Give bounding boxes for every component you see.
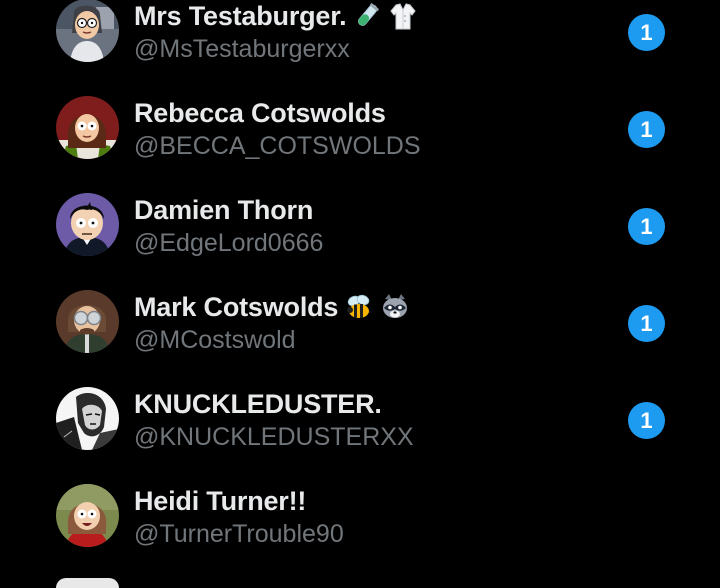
username-handle: @MCostswold [134, 326, 296, 354]
name-line: Heidi Turner!! [134, 484, 306, 518]
unread-badge: 1 [628, 402, 665, 439]
name-line: Damien Thorn [134, 193, 313, 227]
username-handle: @EdgeLord0666 [134, 229, 324, 257]
display-name: KNUCKLEDUSTER. [134, 388, 382, 419]
unread-badge: 1 [628, 208, 665, 245]
lab-coat-icon [388, 1, 418, 31]
conversation-list: Mrs Testaburger. @MsTestaburgerxx 1 Rebe… [0, 0, 720, 565]
unread-badge: 1 [628, 111, 665, 148]
avatar[interactable] [56, 484, 119, 547]
unread-badge: 1 [628, 305, 665, 342]
display-name: Mark Cotswolds [134, 291, 339, 322]
display-name: Damien Thorn [134, 194, 314, 225]
conversation-item[interactable]: Heidi Turner!! @TurnerTrouble90 [0, 468, 720, 565]
username-handle: @KNUCKLEDUSTERXX [134, 423, 414, 451]
display-name: Mrs Testaburger. [134, 0, 347, 31]
conversation-item[interactable]: Damien Thorn @EdgeLord0666 1 [0, 177, 720, 274]
username-handle: @BECCA_COTSWOLDS [134, 132, 421, 160]
next-avatar-partial [56, 578, 119, 588]
conversation-item[interactable]: Rebecca Cotswolds @BECCA_COTSWOLDS 1 [0, 80, 720, 177]
display-name: Rebecca Cotswolds [134, 97, 386, 128]
username-handle: @MsTestaburgerxx [134, 35, 350, 63]
conversation-item[interactable]: Mark Cotswolds @MCostswold 1 [0, 274, 720, 371]
display-name: Heidi Turner!! [134, 485, 307, 516]
raccoon-icon [380, 292, 410, 322]
unread-badge: 1 [628, 14, 665, 51]
conversation-item[interactable]: Mrs Testaburger. @MsTestaburgerxx 1 [0, 0, 720, 80]
name-line: Mrs Testaburger. [134, 0, 418, 33]
name-line: Rebecca Cotswolds [134, 96, 386, 130]
avatar[interactable] [56, 290, 119, 353]
name-line: Mark Cotswolds [134, 290, 410, 324]
avatar[interactable] [56, 193, 119, 256]
name-line: KNUCKLEDUSTER. [134, 387, 382, 421]
test-tube-icon [352, 1, 382, 31]
conversation-item[interactable]: KNUCKLEDUSTER. @KNUCKLEDUSTERXX 1 [0, 371, 720, 468]
avatar[interactable] [56, 387, 119, 450]
bee-icon [344, 292, 374, 322]
username-handle: @TurnerTrouble90 [134, 520, 344, 548]
avatar[interactable] [56, 0, 119, 62]
avatar[interactable] [56, 96, 119, 159]
